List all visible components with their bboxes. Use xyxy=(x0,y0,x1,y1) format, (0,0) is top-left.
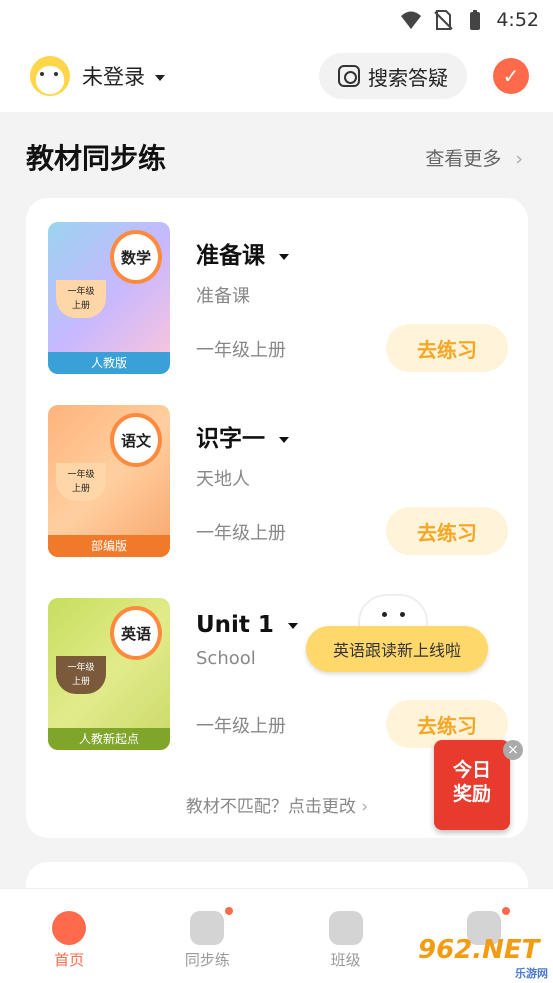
chevron-down-icon xyxy=(155,75,165,81)
book-subtitle: School xyxy=(196,648,256,669)
chevron-down-icon xyxy=(287,622,298,629)
book-cover[interactable]: 语文 一年级 上册 部编版 xyxy=(48,405,170,557)
book-title-dropdown[interactable]: 识字一 xyxy=(196,419,289,453)
see-more-link[interactable]: 查看更多 › xyxy=(425,144,523,171)
reward-line2: 奖励 xyxy=(452,783,491,805)
cover-subject: 英语 xyxy=(110,606,162,660)
notification-dot xyxy=(501,907,510,915)
book-title-dropdown[interactable]: 准备课 xyxy=(196,236,289,270)
clock-time: 4:52 xyxy=(496,9,539,31)
cover-grade: 一年级 上册 xyxy=(56,656,106,694)
practice-button[interactable]: 去练习 xyxy=(386,324,508,372)
book-subtitle: 准备课 xyxy=(196,286,250,307)
checkin-icon[interactable]: ✓ xyxy=(493,58,529,94)
cover-publisher: 人教新起点 xyxy=(48,728,170,750)
promo-bubble[interactable]: 英语跟读新上线啦 xyxy=(306,626,488,672)
watermark-sub: 乐游网 xyxy=(515,967,548,980)
chevron-down-icon xyxy=(279,253,289,260)
class-icon xyxy=(328,911,363,945)
search-answers-label: 搜索答疑 xyxy=(368,65,448,90)
wifi-icon xyxy=(400,9,422,31)
search-answers-button[interactable]: 搜索答疑 xyxy=(319,53,467,99)
book-grade: 一年级上册 xyxy=(196,340,286,361)
home-icon xyxy=(52,911,87,945)
camera-scan-icon xyxy=(338,65,360,87)
chevron-down-icon xyxy=(279,436,289,443)
avatar[interactable] xyxy=(30,56,70,96)
cover-subject: 语文 xyxy=(110,413,162,467)
no-sim-icon xyxy=(432,9,454,31)
cover-publisher: 部编版 xyxy=(48,535,170,557)
change-textbook-label: 教材不匹配？点击更改 xyxy=(185,797,356,817)
practice-icon xyxy=(190,911,225,945)
see-more-label: 查看更多 xyxy=(425,148,502,170)
chevron-right-icon: › xyxy=(515,148,523,170)
chevron-right-icon: › xyxy=(361,797,369,817)
book-title: Unit 1 xyxy=(196,612,274,638)
book-title: 准备课 xyxy=(196,243,265,269)
notification-dot xyxy=(225,907,234,915)
book-grade: 一年级上册 xyxy=(196,523,286,544)
tab-class-label: 班级 xyxy=(330,951,361,969)
battery-icon xyxy=(464,9,486,31)
book-cover[interactable]: 英语 一年级 上册 人教新起点 xyxy=(48,598,170,750)
cover-publisher: 人教版 xyxy=(48,352,170,374)
cover-subject: 数学 xyxy=(110,230,162,284)
cover-grade: 一年级 上册 xyxy=(56,280,106,318)
login-status-label: 未登录 xyxy=(82,65,145,89)
section-title: 教材同步练 xyxy=(26,142,167,175)
cover-grade: 一年级 上册 xyxy=(56,463,106,501)
close-icon[interactable]: × xyxy=(503,740,523,760)
book-item[interactable]: 数学 一年级 上册 人教版 准备课 准备课 一年级上册 去练习 xyxy=(48,222,508,376)
book-item[interactable]: 英语 一年级 上册 人教新起点 Unit 1 School 一年级上册 去练习 xyxy=(48,598,508,752)
practice-button[interactable]: 去练习 xyxy=(386,507,508,555)
tab-home-label: 首页 xyxy=(54,951,85,969)
daily-reward-button[interactable]: 今日 奖励 xyxy=(434,740,510,830)
watermark-main: 962.NET xyxy=(418,935,540,965)
watermark-logo: 962.NET 乐游网 xyxy=(418,935,548,980)
status-bar: 4:52 xyxy=(0,0,553,40)
book-item[interactable]: 语文 一年级 上册 部编版 识字一 天地人 一年级上册 去练习 xyxy=(48,405,508,559)
tab-sync-practice[interactable]: 同步练 xyxy=(167,907,247,970)
book-subtitle: 天地人 xyxy=(196,469,250,490)
book-title-dropdown[interactable]: Unit 1 xyxy=(196,612,298,638)
tab-sync-label: 同步练 xyxy=(184,951,230,969)
top-header: 未登录 搜索答疑 ✓ xyxy=(0,40,553,112)
login-status-button[interactable]: 未登录 xyxy=(82,61,165,91)
tab-home[interactable]: 首页 xyxy=(29,911,109,970)
book-grade: 一年级上册 xyxy=(196,716,286,737)
book-cover[interactable]: 数学 一年级 上册 人教版 xyxy=(48,222,170,374)
reward-line1: 今日 xyxy=(452,759,491,781)
book-title: 识字一 xyxy=(196,426,265,452)
tab-class[interactable]: 班级 xyxy=(306,911,386,970)
